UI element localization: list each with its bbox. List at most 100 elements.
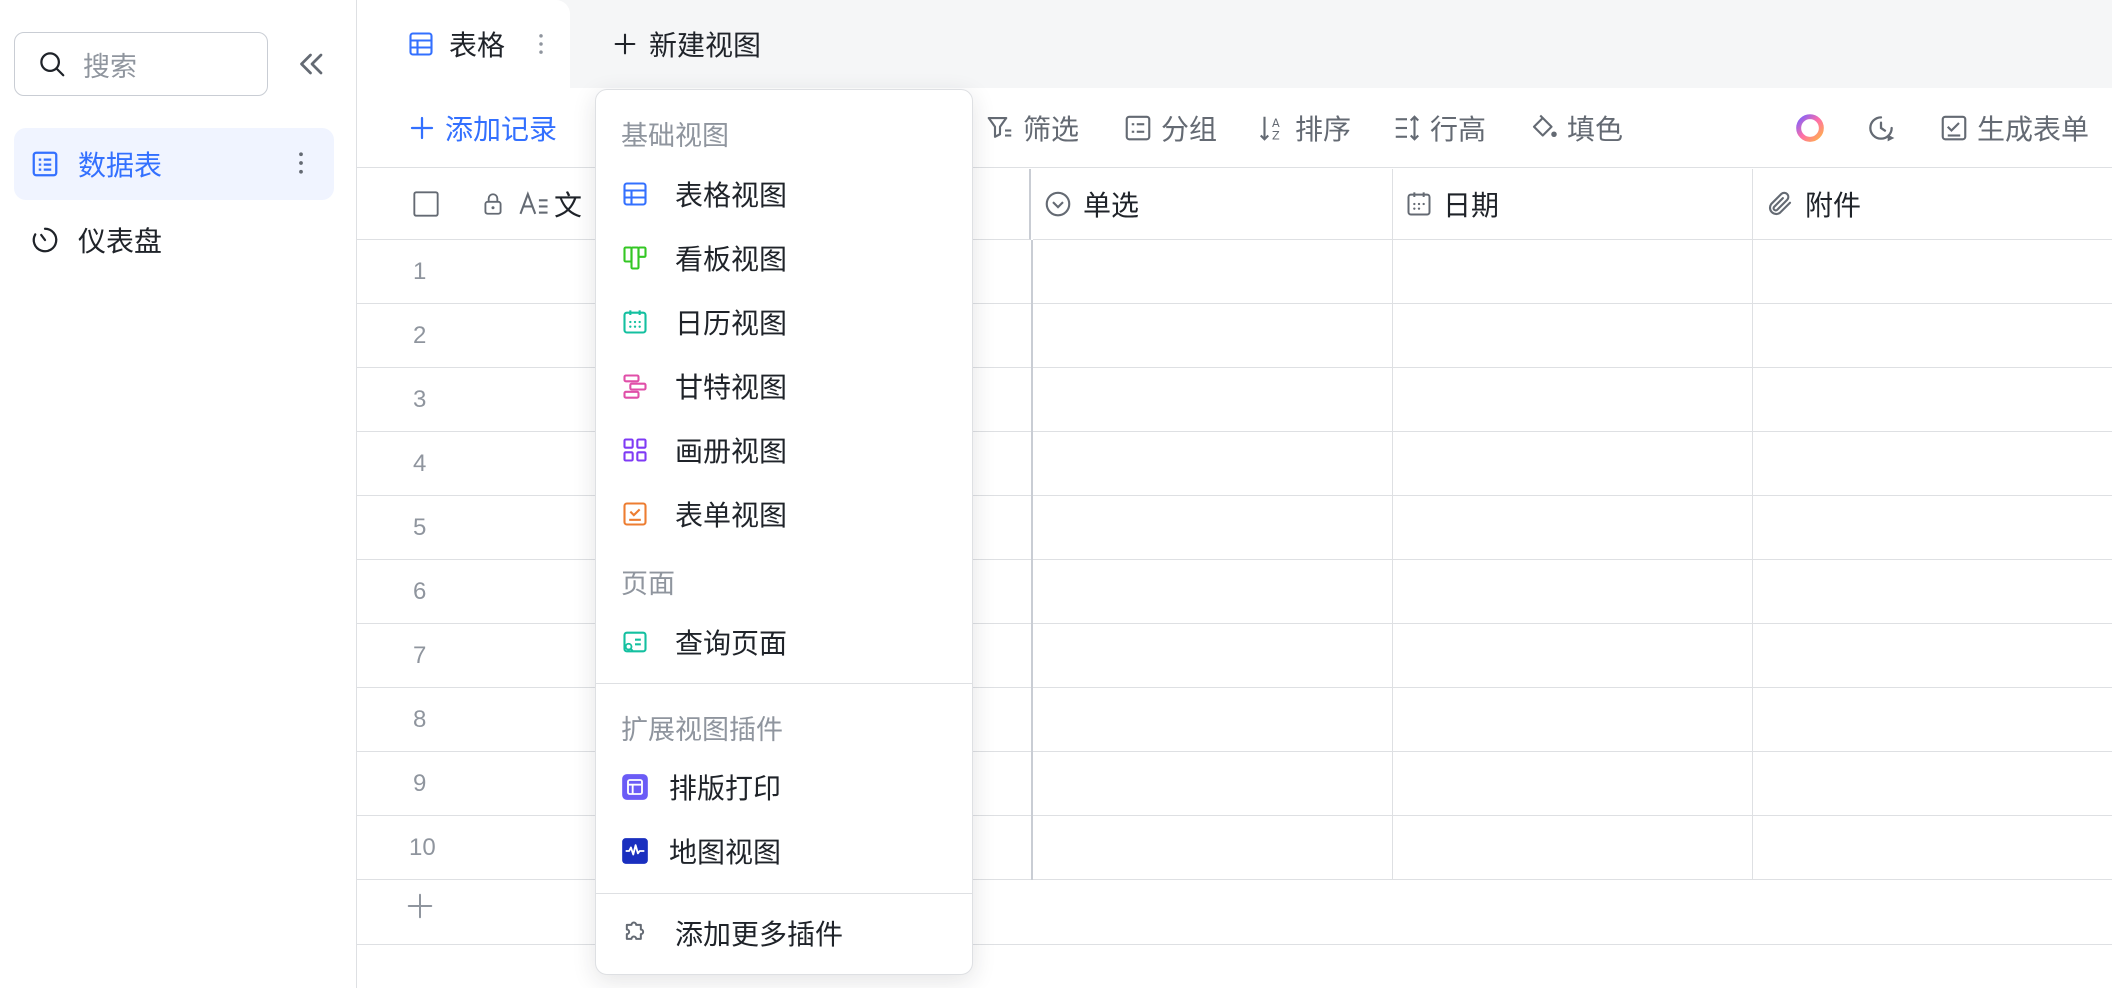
add-row-button[interactable] [405,891,435,921]
filter-button[interactable]: 筛选 [985,110,1079,146]
menu-item-add-more-plugins[interactable]: 添加更多插件 [596,905,972,961]
row-number: 2 [413,322,427,349]
menu-item-gallery-view[interactable]: 画册视图 [596,422,972,478]
menu-item-label: 地图视图 [669,837,782,868]
text-field-icon [519,191,548,215]
row-number: 3 [413,386,427,413]
row-number: 9 [413,770,427,797]
sidebar-item-datatable[interactable]: 数据表 [14,128,334,200]
grid-view-icon [409,32,433,56]
calendar-view-icon [623,310,647,334]
new-view-button[interactable]: 新建视图 [611,22,761,66]
more-vertical-icon[interactable] [286,148,316,178]
menu-divider [596,683,972,684]
ai-assistant-icon[interactable] [1793,110,1827,146]
view-tab-bar: 表格 新建视图 [357,0,2112,88]
menu-item-calendar-view[interactable]: 日历视图 [596,294,972,350]
column-header-date[interactable]: 日期 [1393,169,1753,240]
fill-color-button[interactable]: 填色 [1529,110,1623,146]
row-number: 1 [413,258,427,285]
menu-group-plugins: 扩展视图插件 [621,715,783,745]
column-divider [1752,240,1753,880]
search-input[interactable]: 搜索 [14,32,268,96]
history-icon[interactable] [1865,110,1897,146]
map-view-icon [622,838,648,864]
menu-item-label: 日历视图 [675,308,788,339]
sort-button[interactable]: AZ 排序 [1257,110,1351,146]
menu-item-label: 排版打印 [669,773,782,804]
plus-icon [407,893,433,919]
tab-table[interactable]: 表格 [357,0,570,88]
search-icon [40,52,65,77]
frozen-divider [1031,240,1033,880]
menu-item-label: 添加更多插件 [675,919,844,950]
attachment-icon [1768,191,1792,216]
row-number: 10 [409,834,436,861]
add-record-button[interactable]: 添加记录 [407,110,557,146]
menu-item-map-view[interactable]: 地图视图 [596,823,972,879]
new-view-dropdown: 基础视图 表格视图 看板视图 日历视图 甘特视图 画册视图 表单视图 页面 查询… [595,89,973,975]
puzzle-icon [625,921,645,940]
sidebar-item-label: 仪表盘 [78,226,163,257]
filter-icon [987,116,1012,138]
collapse-sidebar-icon[interactable] [294,46,330,82]
new-view-label: 新建视图 [649,30,762,61]
add-record-label: 添加记录 [445,114,558,145]
menu-group-basic: 基础视图 [621,121,729,151]
column-header-attachment[interactable]: 附件 [1753,169,2112,240]
row-number: 5 [413,514,427,541]
column-label: 日期 [1443,190,1500,221]
print-layout-icon [622,774,648,800]
column-label: 附件 [1805,190,1862,221]
kanban-view-icon [623,246,647,270]
plus-icon [410,116,434,140]
gallery-view-icon [623,438,647,462]
lock-icon [484,193,502,215]
group-icon [1125,115,1151,141]
row-number: 6 [413,578,427,605]
fill-color-label: 填色 [1567,114,1624,145]
filter-label: 筛选 [1023,114,1080,145]
menu-item-gantt-view[interactable]: 甘特视图 [596,358,972,414]
single-select-icon [1045,191,1071,217]
tab-label: 表格 [449,30,506,61]
column-label: 文 [554,190,583,221]
group-label: 分组 [1161,114,1218,145]
menu-item-grid-view[interactable]: 表格视图 [596,166,972,222]
menu-item-label: 表单视图 [675,500,788,531]
sidebar-item-dashboard[interactable]: 仪表盘 [14,204,334,276]
column-label: 单选 [1083,190,1140,221]
form-check-icon [1941,115,1967,141]
sort-icon: AZ [1259,116,1280,142]
menu-divider [596,893,972,894]
dashboard-icon [32,227,58,253]
row-number: 7 [413,642,427,669]
grid-view-icon [623,182,647,206]
more-vertical-icon[interactable] [527,30,555,58]
svg-text:A: A [1272,117,1280,130]
row-number: 8 [413,706,427,733]
menu-item-label: 表格视图 [675,180,788,211]
menu-item-kanban-view[interactable]: 看板视图 [596,230,972,286]
svg-text:Z: Z [1272,129,1280,142]
paint-bucket-icon [1532,114,1557,137]
menu-item-query-page[interactable]: 查询页面 [596,614,972,670]
table-list-icon [32,151,58,177]
row-height-button[interactable]: 行高 [1392,110,1486,146]
sidebar-item-label: 数据表 [78,150,163,181]
query-page-icon [623,631,647,653]
generate-form-label: 生成表单 [1977,114,2090,145]
plus-icon [614,33,636,55]
form-view-icon [623,502,647,526]
menu-item-label: 看板视图 [675,244,788,275]
menu-item-print-layout[interactable]: 排版打印 [596,759,972,815]
row-height-label: 行高 [1430,114,1487,145]
column-header-single-select[interactable]: 单选 [1033,169,1393,240]
sidebar: 搜索 数据表 仪表盘 [0,0,357,988]
column-divider [1392,240,1393,880]
select-all-checkbox[interactable] [412,190,440,218]
group-button[interactable]: 分组 [1123,110,1217,146]
row-height-icon [1395,115,1420,141]
menu-item-form-view[interactable]: 表单视图 [596,486,972,542]
generate-form-button[interactable]: 生成表单 [1939,110,2089,146]
